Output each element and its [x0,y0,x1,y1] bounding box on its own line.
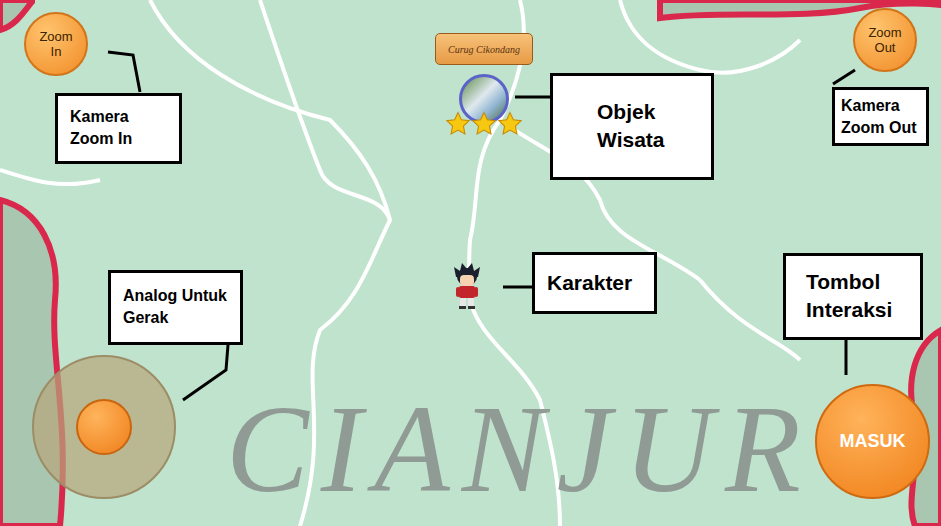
annotation-box: Karakter [532,252,657,314]
joystick-knob[interactable] [76,399,132,455]
star-icon [445,111,471,137]
zoom-out-button[interactable]: Zoom Out [853,8,917,72]
annotation-box: Kamera Zoom In [55,93,182,164]
map-watermark: CIANJUR [226,388,813,512]
star-icon [471,111,497,137]
joystick[interactable] [32,355,176,499]
interact-button[interactable]: MASUK [815,384,930,499]
annotation-box: Kamera Zoom Out [832,87,929,146]
zoom-in-button[interactable]: Zoom In [24,12,88,76]
game-screen: CIANJUR Zoom In Zoom Out Curug Cikondang MAS… [0,0,941,526]
annotation-box: Objek Wisata [550,73,714,180]
spot-rating [445,111,523,137]
tourist-spot-pin[interactable]: Curug Cikondang [432,33,536,137]
star-icon [497,111,523,137]
spot-name-sign: Curug Cikondang [435,33,533,65]
annotation-box: Tombol Interaksi [783,253,923,340]
character-icon[interactable] [450,261,484,311]
annotation-box: Analog Untuk Gerak [108,270,243,345]
